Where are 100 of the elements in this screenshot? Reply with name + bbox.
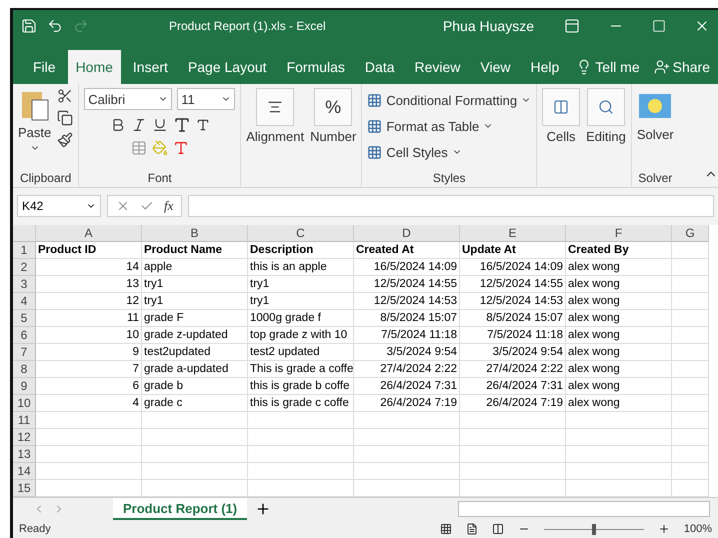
column-header[interactable]: E <box>460 225 566 242</box>
empty-cell[interactable] <box>142 463 248 480</box>
row-header[interactable]: 9 <box>13 378 36 396</box>
empty-cell[interactable] <box>142 412 248 430</box>
empty-cell[interactable] <box>672 446 709 464</box>
paste-button[interactable]: Paste <box>18 88 52 169</box>
horizontal-scrollbar[interactable] <box>458 501 710 518</box>
empty-cell[interactable] <box>354 463 460 480</box>
empty-cell[interactable] <box>672 463 709 480</box>
save-icon[interactable] <box>21 18 37 34</box>
styles-menu-button[interactable]: Conditional Formatting <box>367 88 532 112</box>
column-header[interactable]: G <box>672 225 709 242</box>
styles-menu-button[interactable]: Cell Styles <box>367 140 462 164</box>
empty-cell[interactable] <box>566 446 672 464</box>
zoom-slider-thumb[interactable] <box>592 524 596 535</box>
sheet-tab[interactable]: Product Report (1) <box>113 498 248 520</box>
fill-color-icon[interactable] <box>152 140 168 156</box>
font-size-field[interactable]: 11 <box>177 88 236 110</box>
row-header[interactable]: 2 <box>13 259 36 276</box>
empty-cell[interactable] <box>566 412 672 430</box>
empty-cell[interactable] <box>460 412 566 430</box>
empty-cell[interactable] <box>142 446 248 464</box>
empty-cell[interactable] <box>672 327 709 344</box>
empty-cell[interactable] <box>672 395 709 412</box>
empty-cell[interactable] <box>354 412 460 430</box>
column-header[interactable]: B <box>142 225 248 242</box>
empty-cell[interactable] <box>460 446 566 464</box>
number-button[interactable]: % Number <box>310 88 356 187</box>
alignment-button[interactable]: Alignment <box>246 88 304 187</box>
column-header[interactable]: C <box>248 225 354 242</box>
cells-button[interactable]: Cells <box>542 88 580 187</box>
row-header[interactable]: 5 <box>13 310 36 328</box>
ribbon-tab[interactable]: Formulas <box>278 50 353 84</box>
empty-cell[interactable] <box>672 310 709 328</box>
page-layout-icon[interactable] <box>466 523 478 536</box>
editing-button[interactable]: Editing <box>586 88 626 187</box>
grow-font-icon[interactable] <box>172 116 191 134</box>
borders-icon[interactable] <box>130 140 147 156</box>
formula-field[interactable] <box>188 195 714 218</box>
empty-cell[interactable] <box>248 429 354 446</box>
row-header[interactable]: 4 <box>13 293 36 310</box>
insert-function-button[interactable]: fx <box>164 198 174 214</box>
empty-cell[interactable] <box>672 361 709 378</box>
row-header[interactable]: 15 <box>13 480 36 498</box>
empty-cell[interactable] <box>354 446 460 464</box>
empty-cell[interactable] <box>566 463 672 480</box>
empty-cell[interactable] <box>460 429 566 446</box>
empty-cell[interactable] <box>672 259 709 276</box>
empty-cell[interactable] <box>672 378 709 396</box>
column-header[interactable]: D <box>354 225 460 242</box>
row-header[interactable]: 13 <box>13 446 36 464</box>
row-header[interactable]: 3 <box>13 276 36 294</box>
ribbon-display-icon[interactable] <box>564 18 580 34</box>
name-box[interactable]: K42 <box>17 195 101 218</box>
empty-cell[interactable] <box>248 446 354 464</box>
row-header[interactable]: 8 <box>13 361 36 378</box>
empty-cell[interactable] <box>672 412 709 430</box>
ribbon-tab[interactable]: Home <box>68 50 121 84</box>
copy-icon[interactable] <box>57 110 74 126</box>
normal-view-icon[interactable] <box>440 523 452 536</box>
row-header[interactable]: 11 <box>13 412 36 430</box>
ribbon-tab[interactable]: Data <box>356 50 402 84</box>
row-header[interactable]: 12 <box>13 429 36 446</box>
ribbon-tab[interactable]: View <box>472 50 518 84</box>
ribbon-tab[interactable]: Insert <box>124 50 176 84</box>
page-break-icon[interactable] <box>492 523 504 536</box>
empty-cell[interactable] <box>248 463 354 480</box>
ribbon-tab[interactable]: Page Layout <box>180 50 275 84</box>
select-all-button[interactable] <box>13 225 36 242</box>
solver-button[interactable]: Solver <box>636 88 674 169</box>
empty-cell[interactable] <box>672 242 709 260</box>
ribbon-tab[interactable]: File <box>25 50 64 84</box>
row-header[interactable]: 14 <box>13 463 36 480</box>
empty-cell[interactable] <box>248 412 354 430</box>
row-header[interactable]: 1 <box>13 242 36 260</box>
empty-cell[interactable] <box>142 429 248 446</box>
ribbon-tab[interactable]: Help <box>522 50 568 84</box>
undo-icon[interactable] <box>47 18 63 34</box>
empty-cell[interactable] <box>672 276 709 294</box>
ribbon-tab[interactable]: Review <box>406 50 468 84</box>
tell-me-button[interactable]: Tell me <box>576 59 640 75</box>
maximize-icon[interactable] <box>652 19 666 33</box>
underline-icon[interactable] <box>152 117 168 133</box>
styles-menu-button[interactable]: Format as Table <box>367 114 494 138</box>
font-name-field[interactable]: Calibri <box>84 88 172 110</box>
share-button[interactable]: Share <box>654 59 710 75</box>
font-color-icon[interactable] <box>172 140 189 156</box>
row-header[interactable]: 10 <box>13 395 36 412</box>
column-header[interactable]: F <box>566 225 672 242</box>
row-header[interactable]: 7 <box>13 344 36 362</box>
empty-cell[interactable] <box>672 293 709 310</box>
empty-cell[interactable] <box>460 463 566 480</box>
empty-cell[interactable] <box>672 344 709 362</box>
empty-cell[interactable] <box>672 429 709 446</box>
zoom-in-icon[interactable] <box>658 523 670 536</box>
shrink-font-icon[interactable] <box>196 118 210 132</box>
empty-cell[interactable] <box>354 429 460 446</box>
scissors-icon[interactable] <box>57 88 74 104</box>
format-painter-icon[interactable] <box>57 132 74 148</box>
empty-cell[interactable] <box>566 429 672 446</box>
